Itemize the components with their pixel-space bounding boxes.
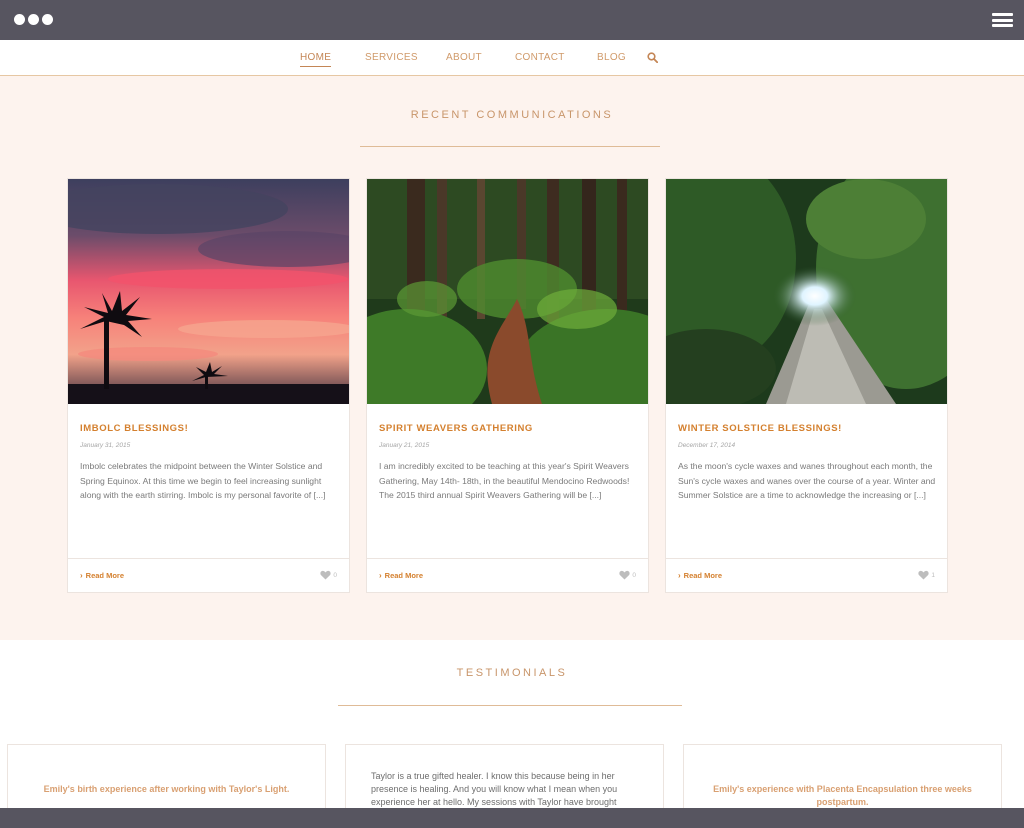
recent-communications-section: RECENT COMMUNICATIONS IMBOLC BLESSINGS! … xyxy=(0,76,1024,640)
testimonials-section: TESTIMONIALS Emily's birth experience af… xyxy=(0,640,1024,808)
window-dots xyxy=(14,14,53,25)
main-nav: HOME SERVICES ABOUT CONTACT BLOG xyxy=(0,40,1024,76)
post-card: SPIRIT WEAVERS GATHERING January 21, 201… xyxy=(366,178,649,593)
post-image-forest[interactable] xyxy=(367,179,648,404)
section-title-recent: RECENT COMMUNICATIONS xyxy=(410,109,614,121)
post-image-light-tunnel[interactable] xyxy=(666,179,947,404)
section-title-testimonials: TESTIMONIALS xyxy=(456,667,568,679)
chevron-right-icon: › xyxy=(678,571,681,580)
read-more-label: Read More xyxy=(683,571,723,580)
post-excerpt: Imbolc celebrates the midpoint between t… xyxy=(80,461,326,501)
section-divider xyxy=(338,705,682,706)
like-button[interactable]: 1 xyxy=(918,570,935,580)
chevron-right-icon: › xyxy=(379,571,382,580)
hamburger-menu-icon[interactable] xyxy=(992,13,1013,27)
post-title[interactable]: WINTER SOLSTICE BLESSINGS! xyxy=(678,423,842,434)
post-footer: › Read More 0 xyxy=(367,558,648,592)
heart-icon xyxy=(619,570,630,580)
like-count: 0 xyxy=(632,571,636,579)
read-more-label: Read More xyxy=(85,571,125,580)
testimonial-card: Taylor is a true gifted healer. I know t… xyxy=(345,744,664,808)
read-more-link[interactable]: › Read More xyxy=(379,571,423,580)
post-title[interactable]: SPIRIT WEAVERS GATHERING xyxy=(379,423,533,434)
post-card: IMBOLC BLESSINGS! January 31, 2015 Imbol… xyxy=(67,178,350,593)
testimonial-link[interactable]: Emily's experience with Placenta Encapsu… xyxy=(698,783,987,808)
post-footer: › Read More 1 xyxy=(666,558,947,592)
post-footer: › Read More 0 xyxy=(68,558,349,592)
post-excerpt: I am incredibly excited to be teaching a… xyxy=(379,461,630,501)
browser-frame-bottom xyxy=(0,808,1024,828)
browser-frame-top xyxy=(0,0,1024,40)
post-excerpt: As the moon's cycle waxes and wanes thro… xyxy=(678,461,936,501)
like-count: 0 xyxy=(333,571,337,579)
window-dot-icon xyxy=(28,14,39,25)
testimonial-quote: Taylor is a true gifted healer. I know t… xyxy=(371,771,618,808)
nav-item-about[interactable]: ABOUT xyxy=(446,52,482,63)
section-divider xyxy=(360,146,660,147)
read-more-link[interactable]: › Read More xyxy=(80,571,124,580)
nav-item-services[interactable]: SERVICES xyxy=(365,52,418,63)
read-more-link[interactable]: › Read More xyxy=(678,571,722,580)
heart-icon xyxy=(320,570,331,580)
post-image-sunset[interactable] xyxy=(68,179,349,404)
nav-item-home[interactable]: HOME xyxy=(300,52,332,67)
search-icon[interactable] xyxy=(647,52,658,63)
like-button[interactable]: 0 xyxy=(619,570,636,580)
read-more-label: Read More xyxy=(384,571,424,580)
chevron-right-icon: › xyxy=(80,571,83,580)
window-dot-icon xyxy=(14,14,25,25)
post-card: WINTER SOLSTICE BLESSINGS! December 17, … xyxy=(665,178,948,593)
like-button[interactable]: 0 xyxy=(320,570,337,580)
testimonial-card: Emily's birth experience after working w… xyxy=(7,744,326,808)
testimonial-card: Emily's experience with Placenta Encapsu… xyxy=(683,744,1002,808)
nav-item-blog[interactable]: BLOG xyxy=(597,52,626,63)
testimonial-link[interactable]: Emily's birth experience after working w… xyxy=(22,783,311,796)
nav-item-contact[interactable]: CONTACT xyxy=(515,52,565,63)
like-count: 1 xyxy=(931,571,935,579)
post-date: January 21, 2015 xyxy=(379,442,430,449)
window-dot-icon xyxy=(42,14,53,25)
post-date: December 17, 2014 xyxy=(678,442,736,449)
post-date: January 31, 2015 xyxy=(80,442,131,449)
heart-icon xyxy=(918,570,929,580)
post-title[interactable]: IMBOLC BLESSINGS! xyxy=(80,423,188,434)
